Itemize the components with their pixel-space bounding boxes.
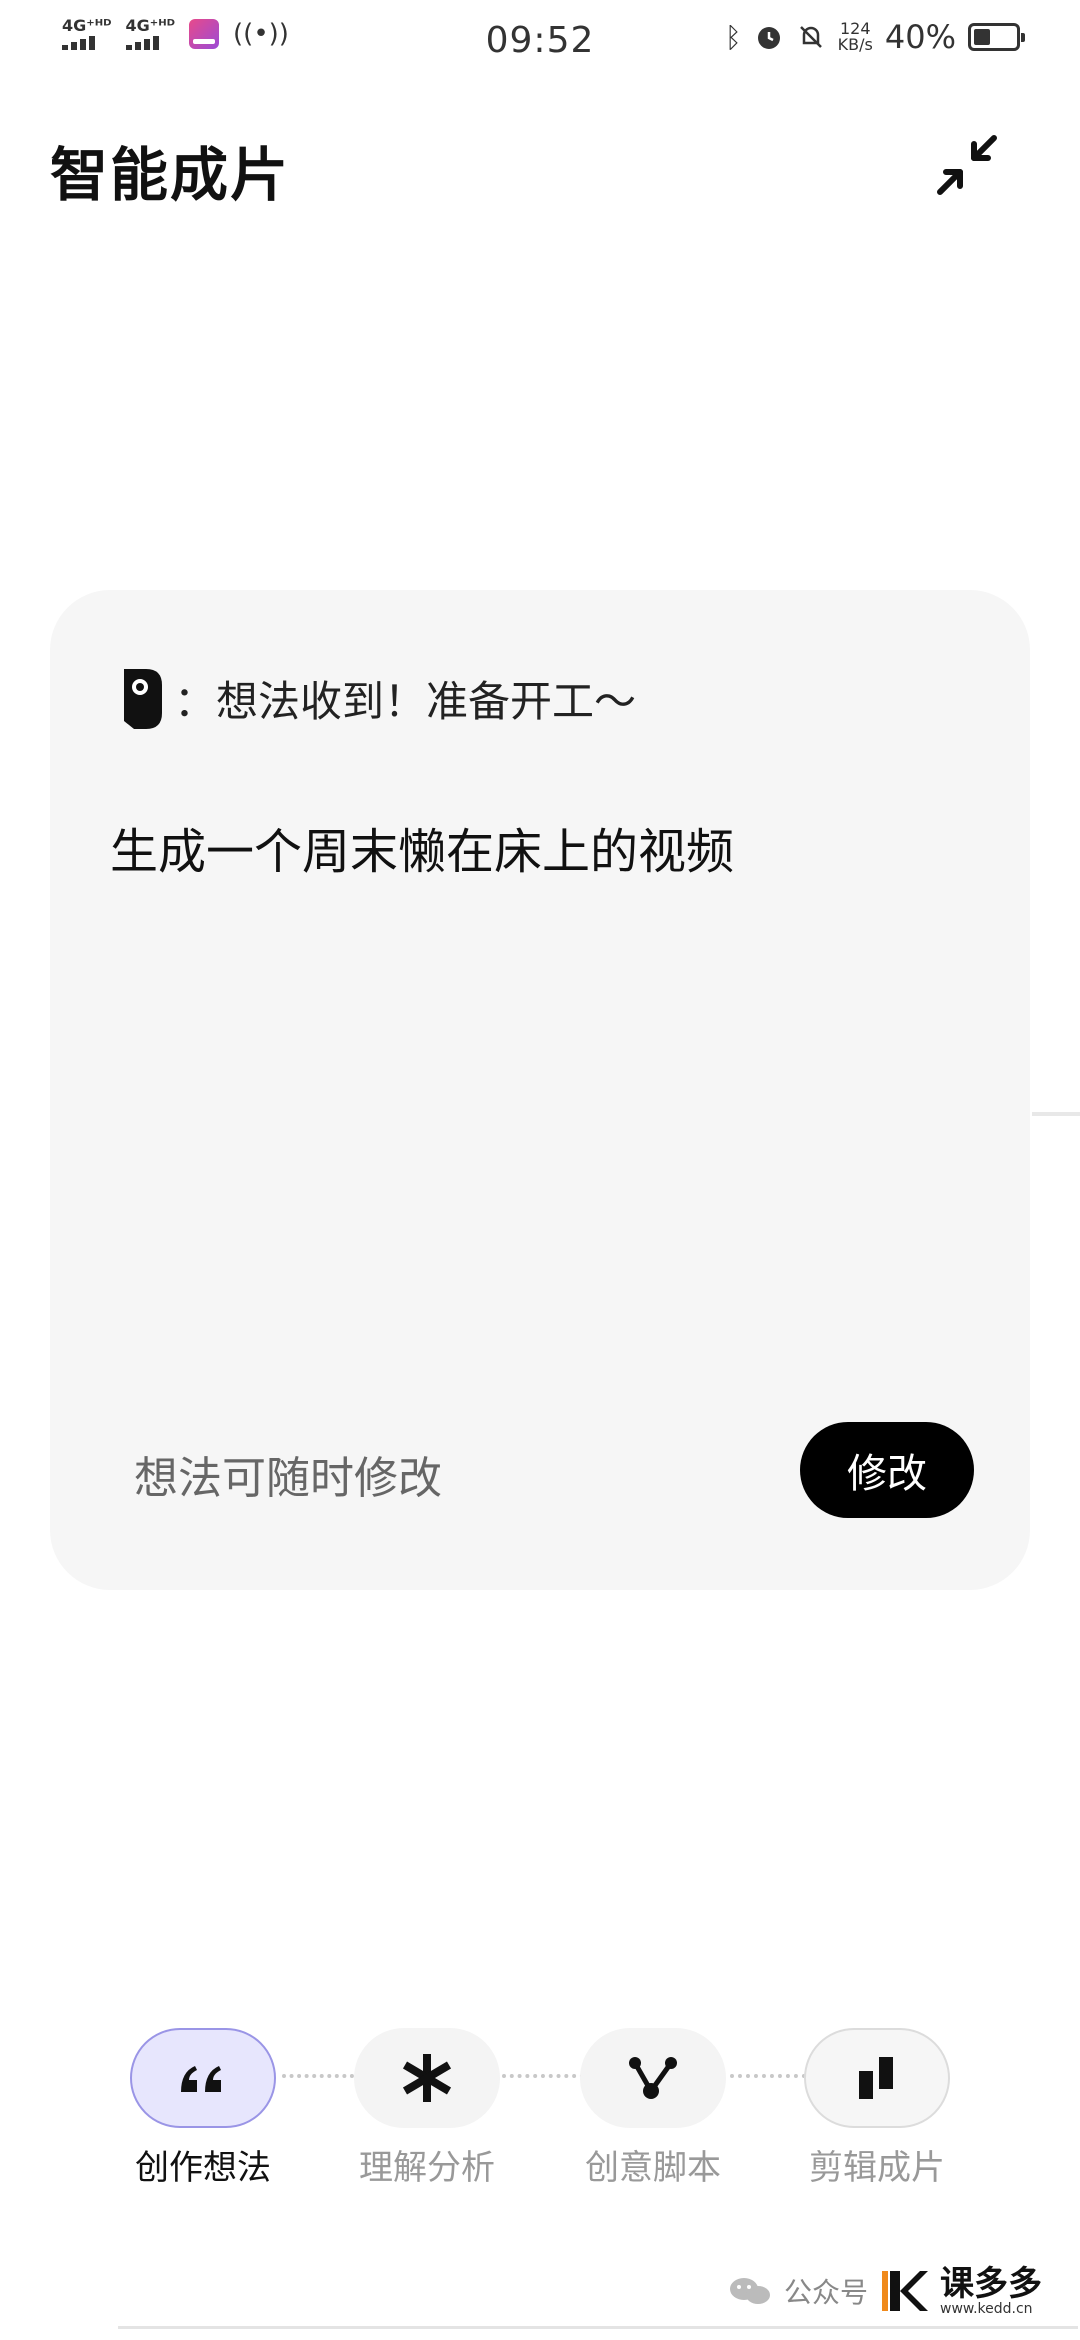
- page-title: 智能成片: [50, 141, 291, 209]
- status-bar: 4G⁺ᴴᴰ 4G⁺ᴴᴰ ((•)) 09:52 ᛒ 124 KB/s 40%: [0, 0, 1080, 84]
- prompt-text: 生成一个周末懒在床上的视频: [110, 824, 735, 880]
- battery-percent: 40%: [884, 18, 956, 56]
- status-right: ᛒ 124 KB/s 40%: [724, 18, 1025, 56]
- step-icon-wrap: [354, 2028, 500, 2128]
- network-speed-unit: KB/s: [837, 35, 873, 54]
- bottom-divider: [118, 2326, 1078, 2329]
- step-connector: [282, 2074, 354, 2078]
- asterisk-icon: [402, 2054, 452, 2102]
- bluetooth-icon: ᛒ: [724, 20, 742, 54]
- collapse-button[interactable]: [930, 128, 1004, 202]
- card-header: ：想法收到！准备开工～: [120, 668, 636, 729]
- branch-icon: [629, 2057, 677, 2099]
- step-understand[interactable]: 理解分析: [352, 2028, 502, 2189]
- watermark: 公众号 课多多 www.kedd.cn: [728, 2266, 1042, 2316]
- brand-name: 课多多: [940, 2264, 1043, 2304]
- step-edit-video[interactable]: 剪辑成片: [802, 2028, 952, 2189]
- battery-fill: [974, 29, 990, 45]
- collapse-arrows-icon: [937, 135, 997, 195]
- progress-steps: 创作想法 理解分析 创意脚本 剪辑成片: [0, 2028, 1080, 2188]
- wechat-icon: [730, 2278, 770, 2304]
- step-label: 剪辑成片: [809, 2148, 945, 2188]
- idea-card: ：想法收到！准备开工～ 生成一个周末懒在床上的视频 想法可随时修改 修改: [50, 590, 1030, 1590]
- background-divider: [1032, 1112, 1080, 1116]
- card-header-text: ：想法收到！准备开工～: [174, 677, 637, 726]
- mute-bell-icon: [799, 26, 822, 48]
- step-connector: [730, 2074, 806, 2078]
- step-icon-wrap: [580, 2028, 726, 2128]
- mascot-bird-icon: [124, 668, 162, 729]
- quote-icon: [181, 2066, 221, 2092]
- battery-icon: [968, 23, 1025, 51]
- brand-text: 课多多 www.kedd.cn: [940, 2266, 1042, 2316]
- brand-url: www.kedd.cn: [940, 2301, 1033, 2317]
- edit-button[interactable]: 修改: [800, 1422, 974, 1518]
- step-label: 理解分析: [359, 2148, 495, 2188]
- edit-hint: 想法可随时修改: [134, 1453, 442, 1504]
- alarm-icon: [757, 27, 780, 49]
- network-speed: 124 KB/s: [838, 21, 873, 53]
- clips-icon: [859, 2057, 893, 2099]
- step-script[interactable]: 创意脚本: [578, 2028, 728, 2189]
- step-create-idea[interactable]: 创作想法: [128, 2028, 278, 2189]
- watermark-label: 公众号: [784, 2276, 869, 2309]
- step-icon-wrap: [130, 2028, 276, 2128]
- step-label: 创意脚本: [585, 2148, 721, 2188]
- brand-logo-icon: [882, 2271, 929, 2311]
- step-connector: [502, 2074, 584, 2078]
- step-label: 创作想法: [135, 2148, 271, 2188]
- step-icon-wrap: [804, 2028, 950, 2128]
